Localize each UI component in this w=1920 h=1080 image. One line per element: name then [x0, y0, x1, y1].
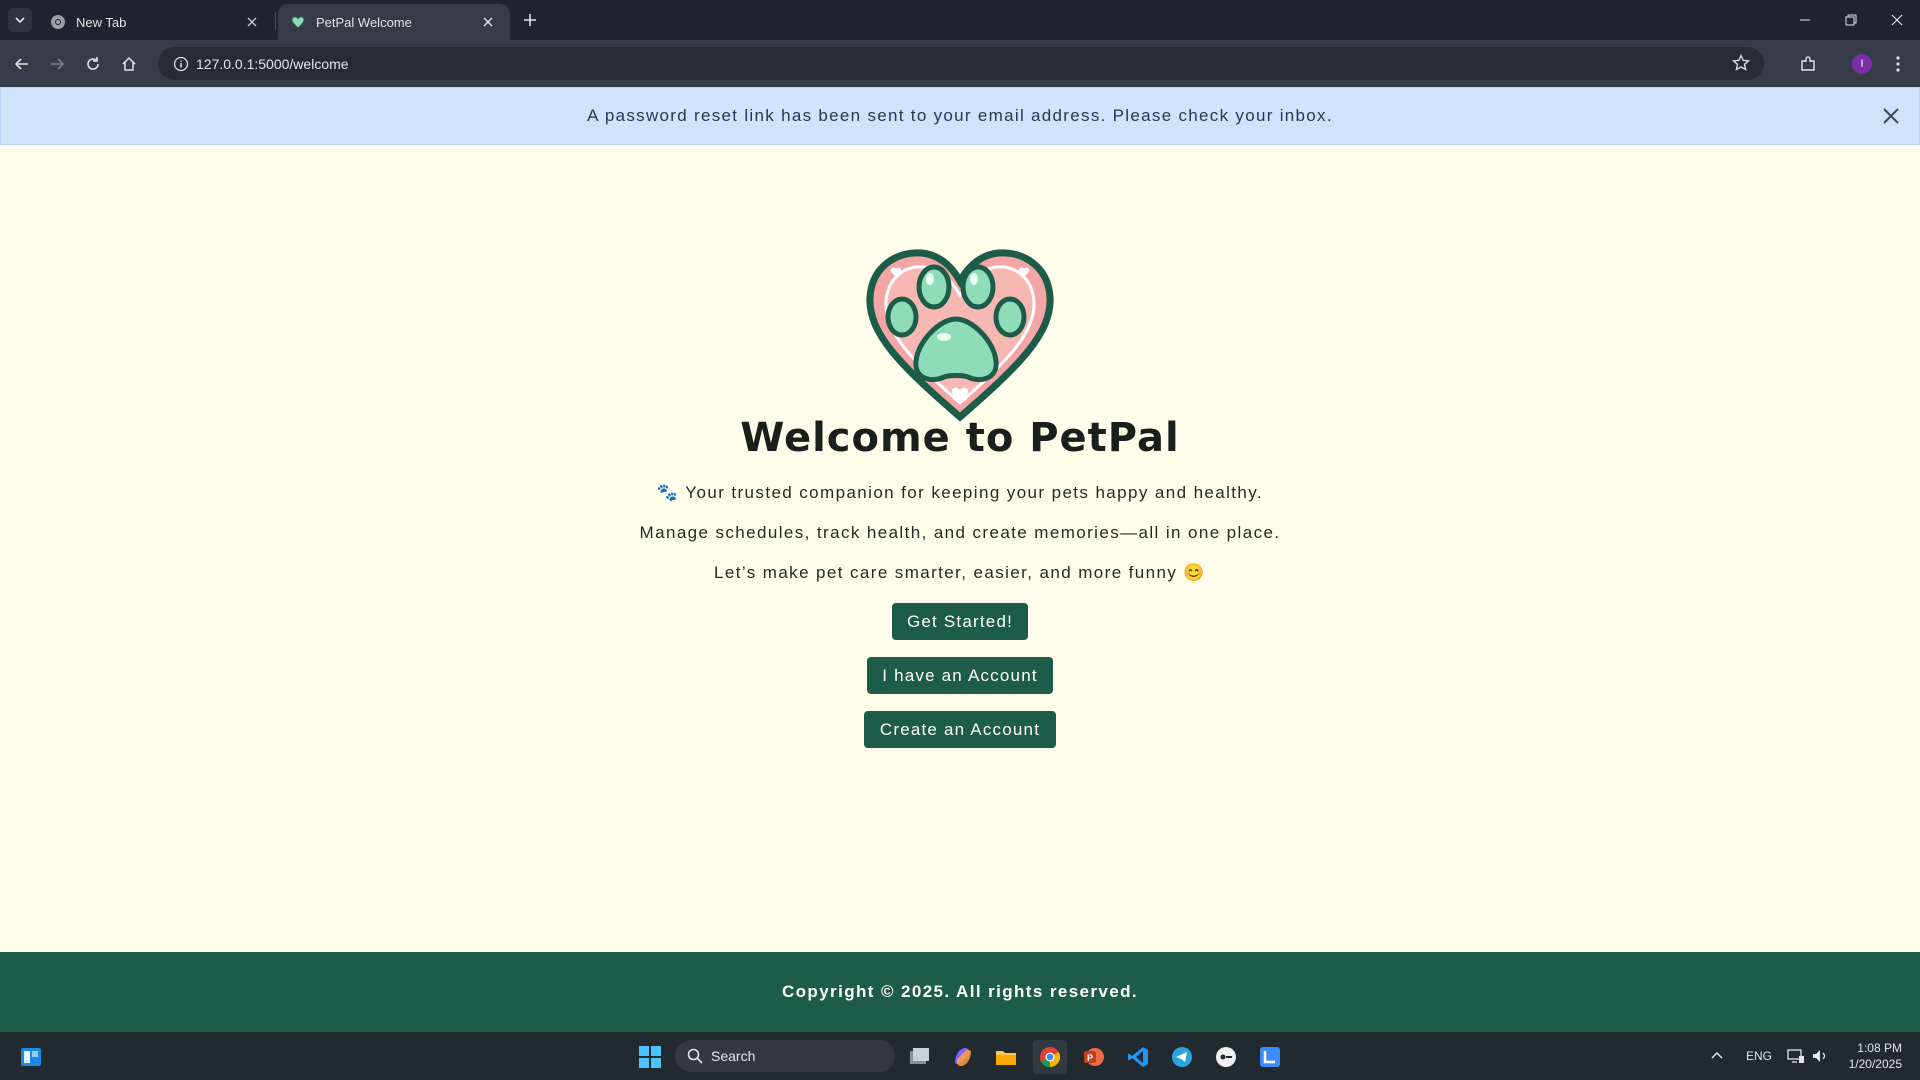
svg-text:P: P	[1087, 1053, 1093, 1063]
puzzle-icon	[1801, 56, 1815, 71]
chevron-down-icon	[15, 17, 25, 24]
tab-search-button[interactable]	[8, 8, 32, 32]
browser-toolbar: 127.0.0.1:5000/welcome I	[0, 40, 1920, 87]
minimize-icon	[1800, 19, 1810, 21]
avatar: I	[1852, 54, 1872, 74]
tab-divider	[275, 12, 276, 30]
extensions-button[interactable]	[1794, 50, 1822, 78]
new-tab-button[interactable]	[518, 8, 542, 32]
powerpoint-icon: P	[1084, 1048, 1104, 1066]
chrome-icon	[50, 14, 66, 30]
plus-icon	[524, 14, 536, 26]
petpal-favicon-icon	[290, 14, 306, 30]
chrome-taskbar-button[interactable]	[1033, 1040, 1067, 1074]
more-vertical-icon	[1896, 56, 1900, 72]
welcome-page: Welcome to PetPal 🐾 Your trusted compani…	[0, 145, 1920, 952]
arrow-left-icon	[14, 58, 28, 70]
task-view-button[interactable]	[902, 1040, 936, 1074]
task-view-icon	[910, 1048, 929, 1064]
browser-tab-strip: New Tab PetPal Welcome	[0, 0, 1920, 40]
taskbar-search-box[interactable]: Search	[675, 1040, 895, 1072]
close-icon	[1891, 14, 1903, 26]
tab-petpal-welcome[interactable]: PetPal Welcome	[278, 4, 510, 40]
restore-window-button[interactable]	[1828, 0, 1874, 40]
site-info-icon[interactable]	[166, 56, 196, 72]
url-text: 127.0.0.1:5000/welcome	[196, 55, 349, 72]
vscode-icon	[1128, 1047, 1148, 1067]
home-button[interactable]	[115, 50, 143, 78]
reload-icon	[87, 57, 99, 70]
address-bar[interactable]: 127.0.0.1:5000/welcome	[158, 47, 1764, 80]
vscode-button[interactable]	[1121, 1040, 1155, 1074]
home-icon	[122, 56, 136, 71]
close-window-button[interactable]	[1874, 0, 1920, 40]
windows-taskbar: Search P ENG 1:08 PM 1/20/2025	[0, 1032, 1920, 1080]
forward-button[interactable]	[43, 50, 71, 78]
file-explorer-button[interactable]	[989, 1040, 1023, 1074]
back-button[interactable]	[8, 50, 36, 78]
create-account-button[interactable]: Create an Account	[864, 711, 1056, 748]
restore-icon	[1845, 14, 1857, 26]
lens-app-button[interactable]	[1253, 1040, 1287, 1074]
minimize-window-button[interactable]	[1782, 0, 1828, 40]
petpal-logo	[866, 249, 1054, 422]
login-button[interactable]: I have an Account	[867, 657, 1053, 694]
bookmark-star-icon[interactable]	[1731, 53, 1751, 77]
widgets-icon	[21, 1048, 41, 1066]
search-icon	[687, 1048, 703, 1064]
chevron-up-icon	[1711, 1051, 1723, 1059]
flash-message: A password reset link has been sent to y…	[0, 87, 1920, 145]
page-footer: Copyright © 2025. All rights reserved.	[0, 952, 1920, 1032]
clock-date: 1/20/2025	[1848, 1057, 1902, 1071]
taskbar-clock[interactable]: 1:08 PM 1/20/2025	[1849, 1040, 1902, 1072]
clock-time: 1:08 PM	[1857, 1041, 1902, 1055]
widgets-button[interactable]	[14, 1040, 48, 1074]
language-text: ENG	[1746, 1049, 1773, 1063]
copyright-text: Copyright © 2025. All rights reserved.	[781, 982, 1139, 1001]
start-button[interactable]	[633, 1040, 667, 1074]
show-hidden-icons-button[interactable]	[1710, 1032, 1724, 1080]
close-tab-icon[interactable]	[478, 12, 498, 32]
app-button[interactable]	[1209, 1040, 1243, 1074]
input-language-indicator[interactable]: ENG	[1746, 1032, 1772, 1080]
reload-button[interactable]	[79, 50, 107, 78]
tagline-text: 🐾 Your trusted companion for keeping you…	[656, 483, 1264, 502]
browser-menu-button[interactable]	[1884, 50, 1912, 78]
telegram-icon	[1172, 1047, 1192, 1067]
page-title: Welcome to PetPal	[740, 415, 1180, 461]
tab-new-tab[interactable]: New Tab	[38, 4, 274, 40]
circle-app-icon	[1216, 1047, 1236, 1067]
network-icon[interactable]	[1787, 1032, 1805, 1080]
close-tab-icon[interactable]	[242, 12, 262, 32]
flash-message-text: A password reset link has been sent to y…	[587, 106, 1333, 125]
chrome-icon	[1040, 1047, 1061, 1068]
volume-icon[interactable]	[1811, 1032, 1829, 1080]
tab-title: PetPal Welcome	[316, 14, 412, 30]
windows-logo-icon	[639, 1046, 661, 1068]
copilot-icon	[955, 1048, 971, 1066]
dismiss-flash-button[interactable]	[1877, 102, 1905, 130]
call-to-action-text: Let’s make pet care smarter, easier, and…	[714, 563, 1206, 582]
telegram-button[interactable]	[1165, 1040, 1199, 1074]
get-started-button[interactable]: Get Started!	[892, 603, 1028, 640]
copilot-button[interactable]	[946, 1040, 980, 1074]
tab-title: New Tab	[76, 14, 127, 30]
arrow-right-icon	[51, 58, 65, 70]
folder-icon	[996, 1051, 1016, 1065]
description-text: Manage schedules, track health, and crea…	[639, 523, 1281, 542]
powerpoint-button[interactable]: P	[1077, 1040, 1111, 1074]
lens-app-icon	[1260, 1047, 1280, 1067]
taskbar-search-placeholder: Search	[711, 1048, 756, 1064]
profile-button[interactable]: I	[1848, 50, 1876, 78]
close-icon	[1883, 108, 1899, 124]
